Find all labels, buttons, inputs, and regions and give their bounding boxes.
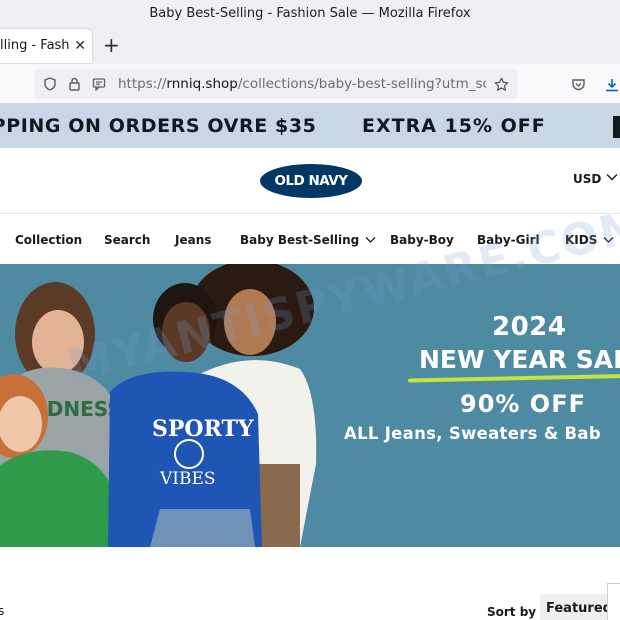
tab-strip: lling - Fashi ✕ + xyxy=(0,26,620,64)
banner-arrow-icon[interactable] xyxy=(613,116,620,138)
permissions-icon[interactable] xyxy=(92,69,106,99)
announcement-bar: IPPING ON ORDERS OVRE $35 EXTRA 15% OFF xyxy=(0,104,620,148)
pocket-icon[interactable] xyxy=(571,64,586,104)
old-navy-logo[interactable]: OLD NAVY xyxy=(260,164,362,198)
bookmark-star-icon[interactable] xyxy=(494,69,509,99)
url-prefix: https:// xyxy=(118,76,167,92)
hero-headline: NEW YEAR SALE xyxy=(419,345,620,374)
browser-window: Baby Best-Selling - Fashion Sale — Mozil… xyxy=(0,0,620,620)
new-tab-button[interactable]: + xyxy=(103,29,120,61)
filter-label[interactable]: s xyxy=(0,604,4,618)
hero-year: 2024 xyxy=(492,312,567,342)
scrollbar-corner[interactable] xyxy=(607,583,620,620)
chevron-down-icon[interactable] xyxy=(606,171,618,185)
collection-toolbar: s Sort by Featured xyxy=(0,547,620,620)
hero-discount: 90% OFF xyxy=(460,390,586,418)
menu-item-label: Baby Best-Selling xyxy=(240,233,360,247)
currency-selector[interactable]: USD xyxy=(573,172,601,186)
tab-title: lling - Fashi xyxy=(0,38,70,53)
window-title: Baby Best-Selling - Fashion Sale — Mozil… xyxy=(149,6,471,21)
hoodie-print-bottom: VIBES xyxy=(159,469,216,489)
url-path: /collections/baby-best-selling?utm_so xyxy=(237,76,486,92)
sort-by-label: Sort by xyxy=(487,605,537,619)
url-text[interactable]: https://rnniq.shop/collections/baby-best… xyxy=(118,69,486,99)
shipping-announcement: IPPING ON ORDERS OVRE $35 xyxy=(0,115,317,137)
downloads-icon[interactable] xyxy=(604,64,620,104)
menu-item-jeans[interactable]: Jeans xyxy=(175,215,211,263)
hero-subline: ALL Jeans, Sweaters & Bab xyxy=(344,424,601,443)
menu-item-collection[interactable]: Collection xyxy=(15,215,82,263)
discount-announcement: EXTRA 15% OFF xyxy=(362,115,546,137)
hoodie-print-top: SPORTY xyxy=(152,416,254,442)
menu-item-baby-best-selling[interactable]: Baby Best-Selling xyxy=(240,215,376,263)
menu-item-search[interactable]: Search xyxy=(104,215,150,263)
chevron-down-icon xyxy=(365,234,376,247)
site-header: OLD NAVY USD xyxy=(0,148,620,214)
address-bar[interactable]: https://rnniq.shop/collections/baby-best… xyxy=(34,69,518,99)
url-host: rnniq.shop xyxy=(166,76,238,92)
browser-tab-active[interactable]: lling - Fashi ✕ xyxy=(0,29,92,63)
close-tab-icon[interactable]: ✕ xyxy=(74,29,86,63)
lock-icon[interactable] xyxy=(68,69,81,99)
shield-icon[interactable] xyxy=(43,69,57,99)
navigation-toolbar: https://rnniq.shop/collections/baby-best… xyxy=(0,64,620,104)
window-title-bar: Baby Best-Selling - Fashion Sale — Mozil… xyxy=(0,0,620,26)
